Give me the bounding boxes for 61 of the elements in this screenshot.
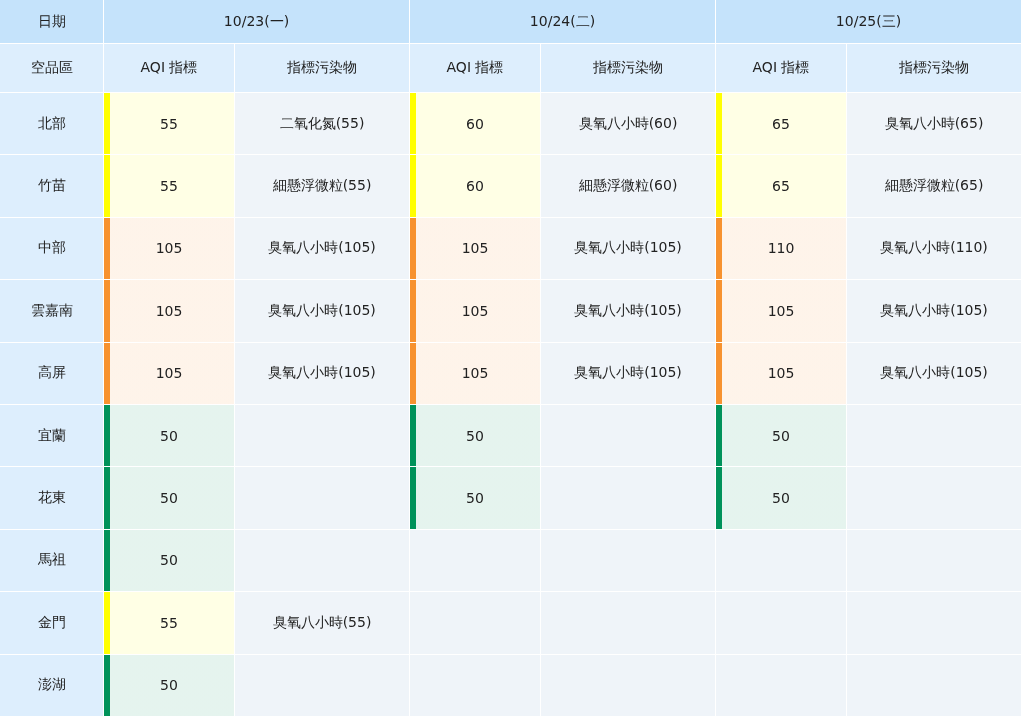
region-cell: 中部 [0,217,103,280]
pollutant-cell: 臭氧八小時(65) [847,93,1021,155]
column-header: 日期 [0,0,103,43]
aqi-cell: 105 [410,280,540,342]
date-header: 10/25(三) [716,0,1021,43]
aqi-cell: 50 [104,654,234,716]
aqi-cell: 105 [104,342,234,404]
column-header: AQI 指標 [410,44,540,92]
region-cell: 宜蘭 [0,405,103,467]
aqi-cell: 105 [104,217,234,280]
column-header: 空品區 [0,44,103,92]
pollutant-cell: 臭氧八小時(110) [847,217,1021,280]
pollutant-cell: 臭氧八小時(60) [541,93,715,155]
region-cell: 金門 [0,592,103,654]
pollutant-cell: 臭氧八小時(105) [541,280,715,342]
pollutant-cell: 臭氧八小時(105) [847,342,1021,404]
aqi-cell: 50 [716,405,846,467]
pollutant-cell: 臭氧八小時(105) [235,217,409,280]
aqi-cell: 55 [104,592,234,654]
pollutant-cell: 細懸浮微粒(55) [235,155,409,217]
pollutant-cell: 臭氧八小時(105) [541,342,715,404]
pollutant-cell: 臭氧八小時(105) [541,217,715,280]
region-cell: 雲嘉南 [0,280,103,342]
aqi-cell: 50 [410,467,540,529]
region-cell: 馬祖 [0,529,103,592]
aqi-cell: 110 [716,217,846,280]
aqi-cell: 60 [410,155,540,217]
column-header: AQI 指標 [716,44,846,92]
region-cell: 澎湖 [0,654,103,716]
pollutant-cell: 臭氧八小時(105) [847,280,1021,342]
aqi-cell: 105 [410,217,540,280]
aqi-cell: 50 [104,529,234,592]
column-header: 指標污染物 [235,44,409,92]
aqi-cell: 50 [410,405,540,467]
pollutant-cell: 二氧化氮(55) [235,93,409,155]
pollutant-cell: 細懸浮微粒(60) [541,155,715,217]
aqi-cell: 50 [104,405,234,467]
aqi-cell: 60 [410,93,540,155]
region-cell: 北部 [0,93,103,155]
pollutant-cell: 臭氧八小時(105) [235,342,409,404]
aqi-cell: 105 [104,280,234,342]
column-header: 指標污染物 [847,44,1021,92]
column-header: 指標污染物 [541,44,715,92]
aqi-cell: 65 [716,93,846,155]
pollutant-cell: 臭氧八小時(55) [235,592,409,654]
aqi-cell: 50 [104,467,234,529]
aqi-cell: 105 [410,342,540,404]
aqi-cell: 55 [104,93,234,155]
region-cell: 高屏 [0,342,103,404]
aqi-cell: 55 [104,155,234,217]
aqi-cell: 50 [716,467,846,529]
date-header: 10/24(二) [410,0,715,43]
aqi-cell: 105 [716,342,846,404]
pollutant-cell: 臭氧八小時(105) [235,280,409,342]
region-cell: 花東 [0,467,103,529]
column-header: AQI 指標 [104,44,234,92]
aqi-cell: 105 [716,280,846,342]
pollutant-cell: 細懸浮微粒(65) [847,155,1021,217]
region-cell: 竹苗 [0,155,103,217]
aqi-cell: 65 [716,155,846,217]
date-header: 10/23(一) [104,0,409,43]
